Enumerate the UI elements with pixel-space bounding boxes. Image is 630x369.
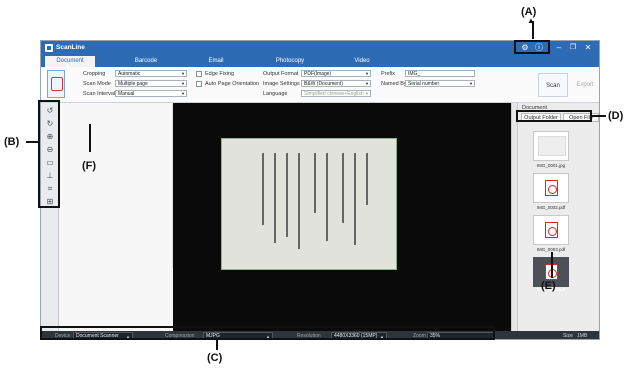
tab-video[interactable]: Video xyxy=(337,56,387,67)
arrow-up-icon: ▲ xyxy=(527,16,535,25)
file-name: IMG_0001.jpg xyxy=(536,163,566,168)
tab-email[interactable]: Email xyxy=(191,56,241,67)
file-item-jpg[interactable] xyxy=(533,131,569,161)
app-logo-icon xyxy=(45,44,53,52)
callout-label-f: (F) xyxy=(82,160,97,172)
image-settings-select[interactable]: B&W (Document) ▼ xyxy=(301,80,371,87)
file-item-pdf[interactable] xyxy=(533,215,569,245)
callout-box-b xyxy=(38,100,60,208)
app-title: ScanLine xyxy=(56,44,85,51)
callout-arrow-c xyxy=(216,340,218,350)
callout-arrow-e xyxy=(551,252,553,278)
pdf-file-icon xyxy=(545,180,558,196)
prefix-value: IMG_ xyxy=(408,71,421,77)
output-format-select[interactable]: PDF(Image) ▼ xyxy=(301,70,371,77)
callout-box-d xyxy=(516,110,592,122)
callout-label-e: (E) xyxy=(541,280,556,292)
size-label: Size xyxy=(563,333,573,339)
callout-label-d: (D) xyxy=(608,110,624,122)
prefix-label: Prefix xyxy=(381,71,396,77)
language-label: Language xyxy=(263,91,288,97)
restore-icon[interactable]: ❐ xyxy=(567,43,579,53)
tab-photocopy[interactable]: Photocopy xyxy=(265,56,315,67)
callout-box-a xyxy=(514,40,550,54)
tab-barcode[interactable]: Barcode xyxy=(121,56,171,67)
named-by-select[interactable]: Serial number ▼ xyxy=(405,80,475,87)
cropping-select[interactable]: Automatic ▼ xyxy=(115,70,187,77)
callout-label-b: (B) xyxy=(4,136,20,148)
ribbon-toolbar: Cropping Automatic ▼ Scan Mode Multiple p… xyxy=(41,67,599,103)
callout-label-c: (C) xyxy=(207,352,223,364)
chevron-down-icon: ▼ xyxy=(469,81,473,86)
thumbnail-panel xyxy=(59,103,173,331)
file-item-pdf[interactable] xyxy=(533,173,569,203)
minimize-icon[interactable]: – xyxy=(553,43,565,53)
chevron-down-icon: ▼ xyxy=(365,71,369,76)
image-file-icon xyxy=(538,136,566,156)
scan-interval-label: Scan Interval xyxy=(83,91,116,97)
tab-bar: Document Barcode Email Photocopy Video xyxy=(41,55,599,67)
scan-mode-select[interactable]: Multiple page ▼ xyxy=(115,80,187,87)
scan-interval-select[interactable]: Manual ▼ xyxy=(115,90,187,97)
scan-interval-value: Manual xyxy=(118,91,135,97)
chevron-down-icon: ▼ xyxy=(365,91,369,96)
output-format-label: Output Format xyxy=(263,71,299,77)
size-value: 1MB xyxy=(577,333,588,339)
language-value: Simplified chinese+English xyxy=(304,91,364,97)
thumbnail-frame xyxy=(59,103,173,268)
file-name: IMG_0002.pdf xyxy=(536,205,566,210)
callout-arrow-f xyxy=(89,124,91,152)
edge-fixing-label: Edge Fixing xyxy=(205,71,235,77)
auto-orientation-checkbox[interactable] xyxy=(196,81,202,87)
scanline-app-window: ScanLine ⚙ ⓘ – ❐ ✕ Document Barcode Emai… xyxy=(40,40,600,340)
export-button[interactable]: Export xyxy=(571,73,599,97)
pdf-format-icon xyxy=(47,70,65,98)
named-by-value: Serial number xyxy=(408,81,440,87)
callout-arrow-b xyxy=(26,141,38,143)
image-settings-value: B&W (Document) xyxy=(304,81,343,87)
chevron-down-icon: ▼ xyxy=(181,71,185,76)
tab-document[interactable]: Document xyxy=(45,56,95,67)
edge-fixing-checkbox[interactable] xyxy=(196,71,202,77)
scan-button[interactable]: Scan xyxy=(538,73,568,97)
callout-box-c xyxy=(40,326,495,340)
chevron-down-icon: ▼ xyxy=(181,91,185,96)
scan-mode-value: Multiple page xyxy=(118,81,148,87)
callout-arrow-d xyxy=(592,115,606,117)
scanned-document-image xyxy=(221,138,397,270)
output-format-value: PDF(Image) xyxy=(304,71,332,77)
cropping-value: Automatic xyxy=(118,71,141,77)
scan-preview-viewer[interactable] xyxy=(173,103,511,331)
chevron-down-icon: ▼ xyxy=(181,81,185,86)
cropping-label: Cropping xyxy=(83,71,106,77)
prefix-input[interactable]: IMG_ xyxy=(405,70,475,77)
close-icon[interactable]: ✕ xyxy=(582,43,594,53)
chevron-down-icon: ▼ xyxy=(365,81,369,86)
scan-mode-label: Scan Mode xyxy=(83,81,111,87)
named-by-label: Named By xyxy=(381,81,407,87)
auto-orientation-label: Auto Page Orientation xyxy=(205,81,260,87)
file-list-panel: Document Output Folder Open File IMG_000… xyxy=(517,103,599,331)
pdf-file-icon xyxy=(545,222,558,238)
image-settings-label: Image Settings xyxy=(263,81,300,87)
language-select[interactable]: Simplified chinese+English ▼ xyxy=(301,90,371,97)
